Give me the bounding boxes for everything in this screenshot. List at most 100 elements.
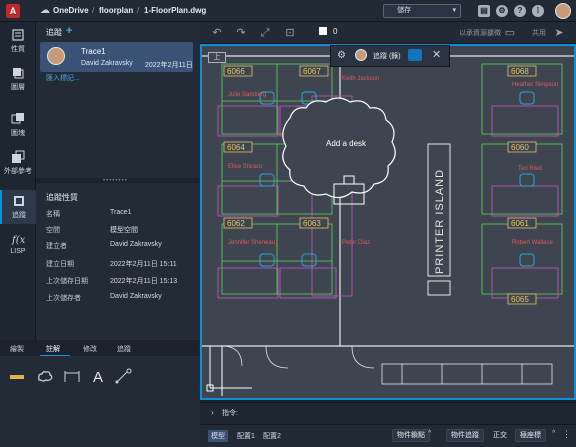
tab-modify[interactable]: 修改: [83, 344, 97, 354]
print-icon[interactable]: ▤: [478, 5, 490, 17]
room-tag: 6066: [227, 67, 245, 76]
send-icon[interactable]: ➤: [552, 26, 566, 40]
property-value: 模型空間: [110, 227, 138, 234]
rail-item-lisp[interactable]: f(x) LISP: [0, 228, 36, 262]
save-button[interactable]: 儲存 ▾: [383, 4, 461, 18]
rail-item-xref[interactable]: 外部參考: [0, 146, 36, 180]
occupant-name: Robert Wallace: [512, 240, 553, 246]
property-key: 建立者: [46, 243, 67, 250]
avatar: [355, 49, 367, 61]
settings-icon[interactable]: ⚙: [496, 5, 508, 17]
svg-text:f(x): f(x): [11, 235, 25, 246]
layer-color-swatch[interactable]: [319, 27, 327, 35]
autocad-logo[interactable]: A: [6, 4, 20, 18]
floorplan-drawing: 6066 6067 6068 6064 6063 6062 6061 6060 …: [202, 55, 574, 396]
room-tag: 6064: [227, 143, 245, 152]
property-row: 建立者 David Zakravsky: [36, 237, 200, 255]
tab-trace[interactable]: 追蹤: [117, 344, 131, 354]
cloud-markup-icon[interactable]: [35, 366, 55, 386]
share-status: 以承資源擴徵: [459, 30, 501, 37]
drag-handle-icon[interactable]: ••••••••: [103, 178, 128, 184]
breadcrumb-separator: /: [137, 6, 140, 15]
occupant-name: Jennifer Sheneau: [228, 240, 275, 246]
share-button[interactable]: 共用: [532, 28, 546, 38]
property-value: David Zakravsky: [110, 293, 162, 300]
cloud-text: Add a desk: [326, 139, 367, 148]
trace-date: 2022年2月11日: [145, 62, 193, 69]
lisp-icon: f(x): [11, 235, 25, 246]
rail-label: 追蹤: [12, 212, 26, 219]
rail-item-layers[interactable]: 圖層: [0, 62, 36, 96]
gear-icon[interactable]: ⚙: [337, 50, 346, 61]
close-icon[interactable]: ✕: [432, 48, 441, 61]
properties-title: 追蹤性質: [46, 193, 78, 202]
rail-label: 性質: [11, 46, 25, 53]
zoom-extents-icon[interactable]: ⤢: [258, 26, 272, 40]
drawing-canvas[interactable]: 6066 6067 6068 6064 6063 6062 6061 6060 …: [200, 44, 576, 400]
rail-item-trace[interactable]: 追蹤: [0, 190, 36, 224]
breadcrumb-folder[interactable]: floorplan: [99, 6, 133, 15]
user-avatar[interactable]: [555, 3, 571, 19]
trace-author: David Zakravsky: [81, 60, 133, 67]
tab-draw[interactable]: 繪製: [10, 344, 24, 354]
occupant-name: Teri Ried: [518, 166, 542, 172]
occupant-name: Heather Simpson: [512, 82, 558, 88]
undo-icon[interactable]: ↶: [210, 26, 224, 40]
grid-apps-icon[interactable]: ⁞: [532, 5, 544, 17]
osnap-button[interactable]: 物件鎖點: [392, 429, 430, 442]
trace-name: Trace1: [81, 47, 106, 56]
layers-icon: [13, 68, 24, 79]
blocks-icon: [11, 113, 24, 124]
room-tag: 6060: [511, 143, 529, 152]
highlighter-icon[interactable]: [8, 366, 28, 386]
property-key: 上次儲存日期: [46, 278, 88, 285]
property-row: 上次儲存者 David Zakravsky: [36, 289, 200, 307]
tab-annotate[interactable]: 註解: [46, 344, 60, 354]
more-icon[interactable]: ⋮: [562, 429, 571, 440]
polar-button[interactable]: 極座標: [515, 429, 546, 442]
leader-icon[interactable]: [114, 366, 134, 386]
otrack-button[interactable]: 物件追蹤: [446, 429, 484, 442]
text-tool-glyph: A: [93, 369, 103, 386]
dimension-icon[interactable]: [62, 366, 82, 386]
monitor-icon[interactable]: ▭: [503, 26, 517, 40]
tab-model[interactable]: 模型: [208, 430, 228, 442]
room-tag: 6068: [511, 67, 529, 76]
trace-icon: [14, 196, 24, 206]
rail-item-blocks[interactable]: 圖塊: [0, 108, 36, 142]
tab-layout1[interactable]: 配置1: [234, 430, 258, 442]
tool-tabs: [0, 340, 200, 356]
redo-icon[interactable]: ↷: [234, 26, 248, 40]
property-value: Trace1: [110, 209, 132, 216]
import-markup-link[interactable]: 匯入標記...: [46, 73, 80, 83]
text-icon[interactable]: A: [89, 366, 109, 386]
rail-label: 圖層: [11, 84, 25, 91]
property-row: 建立日期 2022年2月11日 15:11: [36, 255, 200, 273]
trace-toggle-icon[interactable]: [408, 49, 422, 61]
view-cube-label[interactable]: 上: [208, 52, 226, 63]
add-trace-button[interactable]: +: [66, 25, 72, 37]
help-icon[interactable]: ?: [514, 5, 526, 17]
occupant-name: Julie Samberg: [228, 92, 266, 98]
chevron-up-icon[interactable]: ^: [552, 430, 555, 437]
command-line[interactable]: [200, 402, 576, 424]
occupant-name: Peter Diaz: [342, 240, 370, 246]
rail-label: LISP: [10, 248, 26, 255]
occupant-name: Elise Shiraro: [228, 164, 263, 170]
zoom-window-icon[interactable]: ⊡: [283, 26, 297, 40]
occupant-name: Keith Jackson: [342, 76, 379, 82]
tab-layout2[interactable]: 配置2: [260, 430, 284, 442]
rail-item-properties[interactable]: 性質: [0, 24, 36, 58]
ortho-button[interactable]: 正交: [488, 429, 512, 442]
chevron-down-icon[interactable]: ▾: [452, 5, 456, 17]
breadcrumb-separator: /: [92, 6, 95, 15]
avatar: [47, 47, 65, 65]
layer-select[interactable]: 0: [333, 27, 337, 36]
xref-icon: [12, 150, 25, 163]
printer-island: [427, 280, 451, 296]
room-tag: 6065: [511, 295, 529, 304]
canvas-toolbar: [200, 22, 576, 44]
breadcrumb-onedrive[interactable]: OneDrive: [53, 6, 89, 15]
chevron-up-icon[interactable]: ^: [428, 430, 431, 437]
trace-popup-title: 追蹤 (錄): [373, 53, 401, 60]
